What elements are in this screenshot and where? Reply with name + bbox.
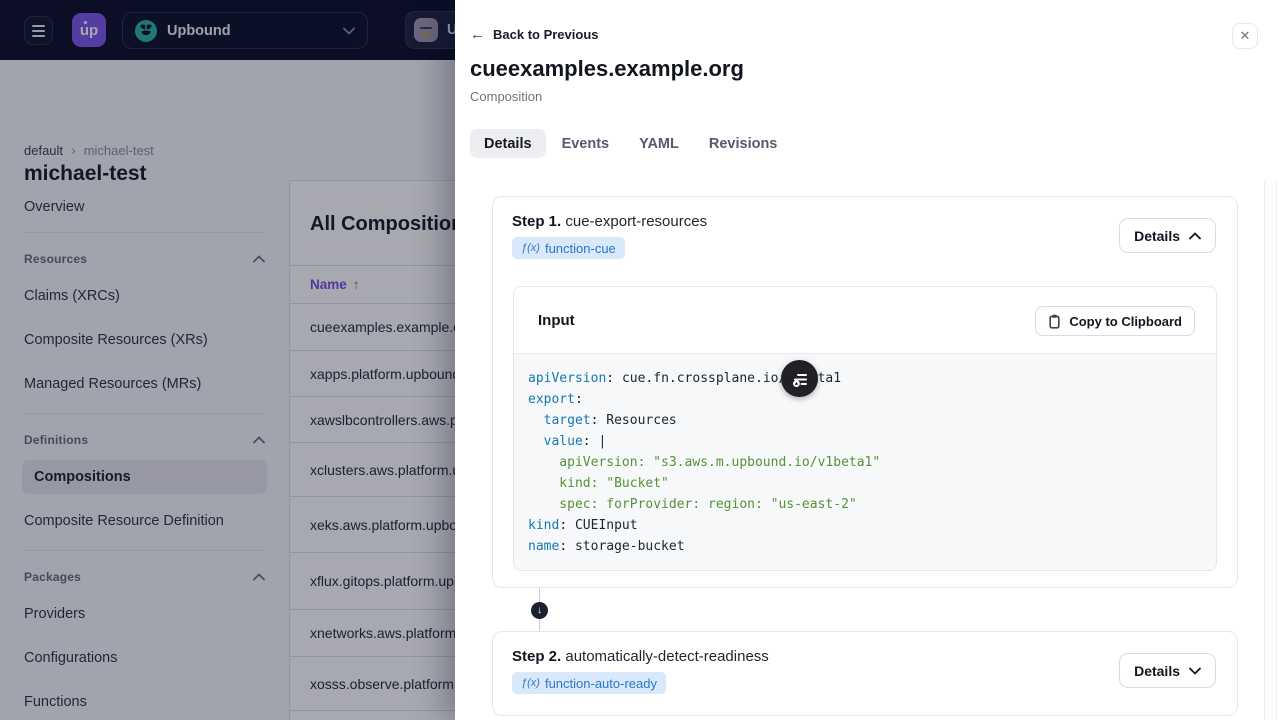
step-1-details-button[interactable]: Details <box>1119 218 1216 253</box>
function-cue-badge[interactable]: ƒ(x) function-cue <box>512 237 625 259</box>
tab-details[interactable]: Details <box>470 129 546 158</box>
code-line: target: Resources <box>543 413 677 428</box>
panel-subtitle: Composition <box>470 89 543 104</box>
panel-title: cueexamples.example.org <box>470 56 744 81</box>
feedback-form-icon <box>792 373 807 387</box>
panel-tabs: Details Events YAML Revisions <box>470 129 793 158</box>
step-2-details-button[interactable]: Details <box>1119 653 1216 688</box>
panel-scrollbar[interactable] <box>1264 180 1277 720</box>
code-line: kind: "Bucket" <box>528 476 669 491</box>
code-line: apiVersion: cue.fn.crossplane.io/v1beta1 <box>528 371 842 386</box>
tab-revisions[interactable]: Revisions <box>695 129 792 158</box>
code-line: value: | <box>543 434 607 449</box>
composition-detail-panel: ← Back to Previous ✕ cueexamples.example… <box>455 0 1280 720</box>
code-line: kind: CUEInput <box>528 518 638 533</box>
app-window: up Upbound U default › michael-test mich… <box>0 0 1280 720</box>
code-line: export: <box>528 392 583 407</box>
close-icon: ✕ <box>1239 28 1251 43</box>
feedback-widget-button[interactable] <box>781 360 818 397</box>
code-line: name: storage-bucket <box>528 539 685 554</box>
clipboard-icon <box>1049 314 1060 329</box>
input-section-header: Input Copy to Clipboard <box>514 287 1216 354</box>
back-to-previous-link[interactable]: ← Back to Previous <box>470 27 599 42</box>
tab-yaml[interactable]: YAML <box>625 129 693 158</box>
step-1-card: Step 1. cue-export-resources ƒ(x) functi… <box>492 196 1238 588</box>
chevron-up-icon <box>1189 231 1201 239</box>
back-arrow-icon: ← <box>470 26 485 43</box>
tab-events[interactable]: Events <box>548 129 624 158</box>
step-2-card: Step 2. automatically-detect-readiness ƒ… <box>492 631 1238 716</box>
arrow-down-icon: ↓ <box>531 602 548 619</box>
input-section: Input Copy to Clipboard apiVersion: cue.… <box>513 286 1217 571</box>
function-icon: ƒ(x) <box>521 242 540 254</box>
function-auto-ready-badge[interactable]: ƒ(x) function-auto-ready <box>512 672 666 694</box>
step-2-title: Step 2. automatically-detect-readiness <box>512 648 769 665</box>
code-line: apiVersion: "s3.aws.m.upbound.io/v1beta1… <box>528 455 881 470</box>
copy-to-clipboard-button[interactable]: Copy to Clipboard <box>1035 306 1195 336</box>
code-block: apiVersion: cue.fn.crossplane.io/v1beta1… <box>514 354 1216 570</box>
function-icon: ƒ(x) <box>521 677 540 689</box>
close-button[interactable]: ✕ <box>1232 23 1258 49</box>
input-title: Input <box>538 312 575 329</box>
step-1-title: Step 1. cue-export-resources <box>512 213 708 230</box>
chevron-down-icon <box>1189 667 1201 675</box>
code-line: spec: forProvider: region: "us-east-2" <box>528 497 857 512</box>
